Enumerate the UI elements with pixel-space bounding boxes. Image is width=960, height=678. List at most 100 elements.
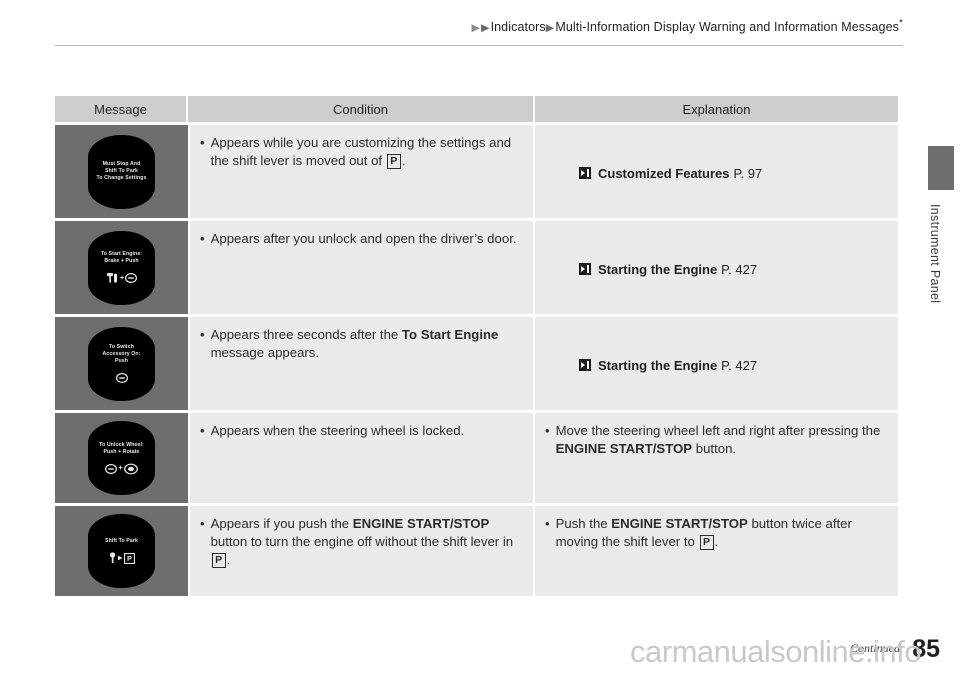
table-row: To Switch Accessory On: Push • Appears t… bbox=[55, 317, 898, 410]
plus-symbol: + bbox=[118, 465, 123, 472]
condition-text-emphasis: ENGINE START/STOP bbox=[352, 516, 490, 531]
explanation-text-emphasis: ENGINE START/STOP bbox=[611, 516, 748, 531]
explanation-cell: Starting the Engine P. 427 bbox=[535, 317, 898, 410]
message-display-cell: Shift To Park P bbox=[55, 506, 188, 596]
mid-display-text: To Switch Accessory On: Push bbox=[103, 344, 141, 365]
table-row: To Unlock Wheel: Push + Rotate + • Appea… bbox=[55, 413, 898, 503]
reference-arrow-icon bbox=[579, 359, 591, 371]
section-side-tab[interactable]: Instrument Panel bbox=[928, 146, 954, 303]
mid-display-line: Shift To Park bbox=[105, 538, 138, 544]
explanation-text-part: . bbox=[714, 534, 719, 549]
mid-display-line: To Start Engine: bbox=[100, 251, 143, 257]
mid-display-line: To Change Settings bbox=[96, 175, 147, 181]
breadcrumb-item-indicators[interactable]: Indicators bbox=[491, 20, 546, 34]
explanation-bullet-item: • Move the steering wheel left and right… bbox=[545, 422, 890, 458]
column-header-condition: Condition bbox=[188, 96, 535, 122]
steering-wheel-icon bbox=[123, 463, 138, 474]
condition-text-part: Appears if you push the bbox=[210, 516, 353, 531]
reference-arrow-icon bbox=[579, 263, 591, 275]
message-display-cell: To Unlock Wheel: Push + Rotate + bbox=[55, 413, 188, 503]
message-display-cell: Must Stop And Shift To Park To Change Se… bbox=[55, 125, 188, 218]
breadcrumb-item-messages[interactable]: Multi-Information Display Warning and In… bbox=[555, 20, 899, 34]
bullet-dot-icon: • bbox=[200, 231, 205, 246]
condition-text-part: message appears. bbox=[210, 345, 320, 360]
table-row: Shift To Park P • Appears if you push th… bbox=[55, 506, 898, 596]
mid-display-text: To Unlock Wheel: Push + Rotate bbox=[99, 442, 144, 456]
mid-display-graphic: Must Stop And Shift To Park To Change Se… bbox=[88, 134, 155, 209]
condition-text-part: Appears three seconds after the bbox=[210, 327, 402, 342]
bullet-dot-icon: • bbox=[545, 516, 550, 531]
condition-text-part: . bbox=[226, 552, 231, 567]
mid-display-text: Shift To Park bbox=[105, 538, 138, 545]
page-header: ▶▶Indicators▶Multi-Information Display W… bbox=[0, 0, 960, 52]
reference-link[interactable]: Starting the Engine P. 427 bbox=[545, 358, 890, 373]
plus-symbol: + bbox=[119, 274, 125, 282]
brake-pedal-icon bbox=[106, 273, 117, 283]
explanation-text-part: button. bbox=[692, 441, 737, 456]
explanation-cell: Customized Features P. 97 bbox=[535, 125, 898, 218]
explanation-text: Push the ENGINE START/STOP button twice … bbox=[556, 515, 890, 551]
reference-page: P. 427 bbox=[721, 261, 758, 277]
table-row: Must Stop And Shift To Park To Change Se… bbox=[55, 125, 898, 218]
mid-display-line: Shift To Park bbox=[105, 168, 138, 174]
table-row: To Start Engine: Brake + Push + • Appear… bbox=[55, 221, 898, 314]
reference-page: P. 427 bbox=[721, 357, 758, 373]
condition-bullet-item: • Appears after you unlock and open the … bbox=[200, 230, 525, 248]
condition-cell: • Appears after you unlock and open the … bbox=[188, 221, 535, 314]
side-tab-color-block bbox=[928, 146, 954, 190]
explanation-cell: • Push the ENGINE START/STOP button twic… bbox=[535, 506, 898, 596]
watermark: carmanualsonline.info bbox=[630, 634, 922, 669]
condition-text: Appears after you unlock and open the dr… bbox=[210, 231, 517, 246]
condition-cell: • Appears three seconds after the To Sta… bbox=[188, 317, 535, 410]
condition-text: Appears if you push the ENGINE START/STO… bbox=[211, 515, 525, 569]
bullet-dot-icon: • bbox=[545, 423, 550, 438]
bullet-dot-icon: • bbox=[200, 423, 205, 438]
condition-text: Appears three seconds after the To Start… bbox=[211, 326, 525, 362]
reference-title: Starting the Engine bbox=[598, 357, 718, 373]
mid-display-line: Push bbox=[114, 357, 129, 364]
park-position-glyph: P bbox=[386, 154, 401, 169]
bullet-dot-icon: • bbox=[200, 327, 205, 342]
reference-link[interactable]: Starting the Engine P. 427 bbox=[545, 262, 890, 277]
condition-cell: • Appears while you are customizing the … bbox=[188, 125, 535, 218]
park-position-glyph: P bbox=[211, 553, 226, 568]
condition-cell: • Appears if you push the ENGINE START/S… bbox=[188, 506, 535, 596]
breadcrumb-separator-icon: ▶ bbox=[545, 22, 555, 34]
reference-arrow-icon bbox=[579, 167, 591, 179]
reference-title: Starting the Engine bbox=[598, 261, 718, 277]
messages-table: Message Condition Explanation Must Stop … bbox=[55, 96, 898, 596]
condition-text-part: . bbox=[401, 153, 406, 168]
mid-display-icons bbox=[115, 372, 128, 384]
explanation-text-part: Move the steering wheel left and right a… bbox=[555, 423, 881, 438]
engine-start-stop-button-icon bbox=[105, 463, 118, 474]
breadcrumb-footnote-marker: * bbox=[899, 18, 903, 29]
condition-text-emphasis: To Start Engine bbox=[401, 327, 499, 342]
mid-display-line: Must Stop And bbox=[102, 161, 141, 167]
mid-display-graphic: To Switch Accessory On: Push bbox=[88, 326, 155, 401]
engine-start-stop-button-icon bbox=[125, 273, 138, 283]
condition-text-part: Appears while you are customizing the se… bbox=[210, 135, 512, 168]
mid-display-graphic: To Unlock Wheel: Push + Rotate + bbox=[88, 421, 155, 495]
breadcrumb-arrow-2-icon: ▶ bbox=[481, 22, 490, 34]
mid-display-text: Must Stop And Shift To Park To Change Se… bbox=[96, 161, 146, 182]
reference-page: P. 97 bbox=[733, 165, 763, 181]
condition-bullet-item: • Appears three seconds after the To Sta… bbox=[200, 326, 525, 362]
bullet-dot-icon: • bbox=[200, 516, 205, 531]
reference-link[interactable]: Customized Features P. 97 bbox=[545, 166, 890, 181]
column-header-message: Message bbox=[55, 96, 188, 122]
park-position-icon: P bbox=[124, 552, 135, 564]
explanation-text-emphasis: ENGINE START/STOP bbox=[555, 441, 693, 456]
side-tab-label: Instrument Panel bbox=[928, 204, 942, 304]
mid-display-line: To Switch bbox=[108, 343, 134, 350]
condition-text: Appears when the steering wheel is locke… bbox=[210, 423, 465, 438]
mid-display-line: Brake + Push bbox=[104, 258, 139, 264]
explanation-bullet-item: • Push the ENGINE START/STOP button twic… bbox=[545, 515, 890, 551]
shift-lever-icon bbox=[110, 552, 116, 563]
explanation-text: Move the steering wheel left and right a… bbox=[556, 422, 890, 458]
mid-display-icons: + bbox=[105, 463, 138, 475]
explanation-cell: Starting the Engine P. 427 bbox=[535, 221, 898, 314]
column-header-explanation: Explanation bbox=[682, 101, 751, 117]
park-position-glyph: P bbox=[699, 535, 714, 550]
message-display-cell: To Start Engine: Brake + Push + bbox=[55, 221, 188, 314]
engine-start-stop-button-icon bbox=[115, 372, 128, 383]
